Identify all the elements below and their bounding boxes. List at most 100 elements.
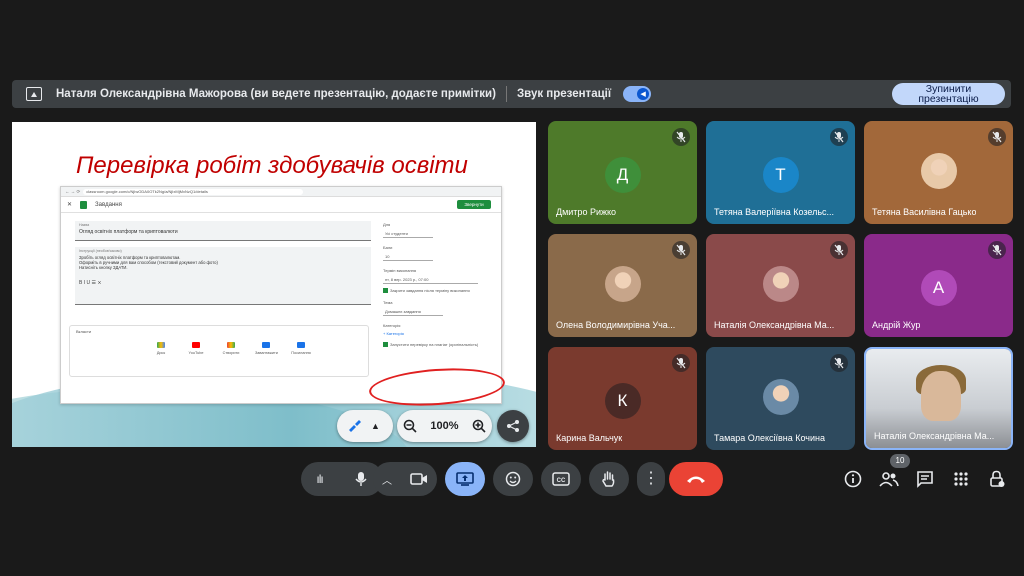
link-attach: Посилання — [290, 342, 312, 355]
participant-tile[interactable]: Т Тетяна Валеріївна Козельс... — [706, 121, 855, 224]
raise-hand-button[interactable] — [589, 462, 629, 496]
meeting-details-button[interactable] — [842, 468, 864, 490]
drive-attach: Диск — [150, 342, 172, 355]
participant-name: Олена Володимирівна Уча... — [556, 320, 676, 330]
mic-off-icon — [672, 354, 690, 372]
camera-icon — [410, 473, 427, 485]
attach-panel: Вкласти Диск YouTube Створити Завантажит… — [69, 325, 369, 377]
participant-tile[interactable]: Д Дмитро Рижко — [548, 121, 697, 224]
mic-control[interactable]: ılı — [301, 462, 383, 496]
participant-name: Дмитро Рижко — [556, 207, 617, 217]
mic-off-icon — [988, 128, 1006, 146]
people-button[interactable] — [878, 468, 900, 490]
settings-label: Тема — [383, 300, 393, 305]
info-icon — [844, 470, 862, 488]
chat-icon — [917, 471, 933, 488]
participant-tile[interactable]: Тетяна Василівна Гацько — [864, 121, 1013, 224]
participant-tile[interactable]: Наталія Олександрівна Ма... — [706, 234, 855, 337]
participant-name: Карина Вальчук — [556, 433, 623, 443]
url-text: classroom.google.com/c/NjIwODA0OTk2Ng/a/… — [83, 188, 304, 195]
slide-title: Перевірка робіт здобувачів освіти — [76, 152, 468, 179]
settings-value: Домашнє завдання — [383, 308, 443, 316]
settings-value: Закрити завдання після терміну виконання — [390, 288, 470, 293]
dialog-header: ✕ Завдання — [61, 197, 501, 213]
participant-tile[interactable]: Олена Володимирівна Уча... — [548, 234, 697, 337]
apps-icon — [954, 472, 968, 486]
chat-button[interactable] — [914, 468, 936, 490]
create-attach: Створити — [220, 342, 242, 355]
youtube-attach: YouTube — [185, 342, 207, 355]
zoom-out-icon[interactable] — [403, 419, 418, 433]
stop-presenting-button[interactable]: Зупинити презентацію — [892, 83, 1005, 105]
category-link: + Категорія — [383, 331, 404, 336]
settings-value: пт, 8 вер. 2023 р., 07:00 — [383, 276, 478, 284]
meet-window: Наталя Олександрівна Мажорова (ви ведете… — [0, 0, 1024, 576]
youtube-icon — [192, 342, 200, 348]
mic-off-icon — [830, 354, 848, 372]
zoom-in-icon[interactable] — [472, 419, 486, 433]
mic-off-icon — [830, 128, 848, 146]
upload-attach: Завантажити — [255, 342, 278, 355]
camera-control[interactable]: ︿ — [373, 462, 437, 496]
annotation-pen-control[interactable]: ▲ — [337, 410, 393, 442]
video-person — [921, 371, 961, 421]
participant-name: Тетяна Валеріївна Козельс... — [714, 207, 835, 217]
captions-icon: CC — [552, 472, 570, 486]
share-icon — [507, 420, 519, 432]
participant-tile[interactable]: К Карина Вальчук — [548, 347, 697, 450]
attach-item-label: Створити — [222, 351, 240, 355]
zoom-level: 100% — [430, 420, 459, 432]
reactions-button[interactable] — [493, 462, 533, 496]
participant-name: Тетяна Василівна Гацько — [872, 207, 977, 217]
settings-label: Термін виконання — [383, 268, 417, 273]
pen-icon — [349, 420, 361, 432]
link-icon — [297, 342, 305, 348]
participant-tile[interactable]: А Андрій Жур — [864, 234, 1013, 337]
attach-item-label: Завантажити — [255, 351, 278, 355]
checkbox-icon — [383, 342, 388, 347]
settings-value: Усі студенти — [383, 230, 433, 238]
instructions-field: Інструкції (необов'язково) Зробіть огляд… — [75, 247, 371, 305]
lock-icon — [990, 470, 1005, 487]
title-field-label: Назва — [79, 223, 90, 227]
present-now-button[interactable] — [445, 462, 485, 496]
attach-label: Вкласти — [76, 329, 92, 334]
activities-button[interactable] — [950, 468, 972, 490]
presentation-audio-toggle[interactable]: ◀ — [623, 86, 652, 102]
attach-item-label: YouTube — [188, 351, 204, 355]
format-toolbar: B I U ☰ ⨯ — [79, 280, 102, 286]
instructions-label: Інструкції (необов'язково) — [79, 249, 122, 253]
close-icon: ✕ — [67, 202, 73, 208]
more-icon: ⋮ — [643, 470, 659, 487]
settings-label: Категорія — [383, 323, 401, 328]
attach-item-label: Посилання — [291, 351, 311, 355]
present-icon — [26, 87, 42, 101]
avatar-photo — [920, 153, 957, 189]
assignment-icon — [80, 200, 88, 209]
stop-presenting-label: Зупинити презентацію — [918, 83, 979, 105]
more-options-button[interactable]: ⋮ — [637, 462, 665, 496]
mic-off-icon — [672, 241, 690, 259]
mic-off-icon — [672, 128, 690, 146]
present-screen-icon — [456, 472, 474, 486]
settings-label: Для — [383, 222, 391, 227]
participant-name: Тамара Олексіївна Кочина — [714, 433, 825, 443]
checkbox-icon — [383, 288, 388, 293]
avatar-photo — [762, 266, 799, 302]
captions-button[interactable]: CC — [541, 462, 581, 496]
hand-icon — [602, 471, 615, 487]
avatar-photo — [604, 266, 641, 302]
share-button[interactable] — [497, 410, 529, 442]
mic-off-icon — [988, 241, 1006, 259]
speaker-icon: ◀ — [637, 88, 650, 100]
avatar: К — [604, 383, 641, 419]
people-icon — [879, 472, 899, 487]
participant-tile[interactable]: Наталія Олександрівна Ма... — [864, 347, 1013, 450]
presenting-banner: Наталя Олександрівна Мажорова (ви ведете… — [12, 80, 1011, 108]
participant-tile[interactable]: Тамара Олексіївна Кочина — [706, 347, 855, 450]
leave-call-button[interactable] — [669, 462, 723, 496]
attach-item-label: Диск — [156, 351, 166, 355]
participant-name: Наталія Олександрівна Ма... — [874, 431, 995, 441]
host-controls-button[interactable] — [986, 468, 1008, 490]
close-after-due: Закрити завдання після терміну виконання — [383, 288, 495, 293]
